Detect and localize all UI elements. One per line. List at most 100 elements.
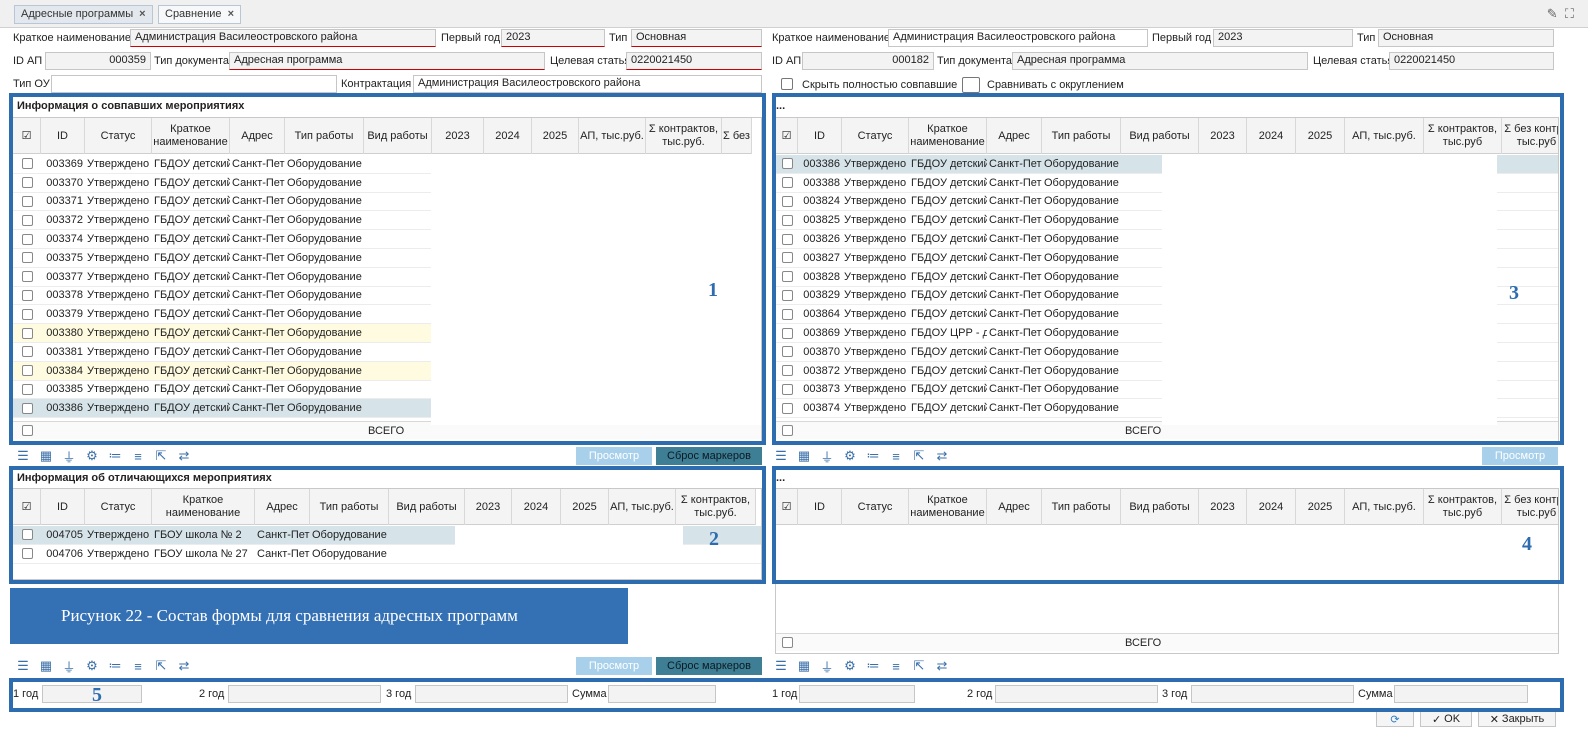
right-view-button[interactable]: Просмотр	[1482, 447, 1558, 465]
transfer-icon[interactable]: ⇄	[934, 658, 950, 674]
export-icon[interactable]: ⇱	[911, 658, 927, 674]
figure-caption: Рисунок 22 - Состав формы для сравнения …	[10, 588, 628, 644]
target-label: Целевая статья	[550, 55, 631, 67]
table-view-icon[interactable]: ▦	[38, 658, 54, 674]
tab-bar: Адресные программы × Сравнение × ✎ ⛶	[0, 0, 1588, 28]
right-short-name-field[interactable]: Администрация Василеостровского района	[888, 29, 1148, 47]
filter-icon[interactable]: ⏚	[61, 657, 77, 676]
first-year-label: Первый год	[441, 32, 501, 44]
right-target-field[interactable]: 0220021450	[1389, 52, 1554, 70]
target-field[interactable]: 0220021450	[626, 52, 762, 70]
pencil-icon[interactable]: ✎	[1547, 6, 1558, 21]
right-first-year-field[interactable]: 2023	[1213, 29, 1353, 47]
left-bottom-toolbar: ☰ ▦ ⏚ ⚙ ≔ ≡ ⇱ ⇄	[15, 656, 192, 676]
gear-icon[interactable]: ⚙	[842, 448, 858, 464]
expand-icon[interactable]: ⛶	[1565, 6, 1574, 21]
add-list-icon[interactable]: ≡	[888, 659, 904, 674]
short-name-field[interactable]: Администрация Василеостровского района	[130, 29, 436, 47]
list-view-icon[interactable]: ☰	[15, 658, 31, 674]
id-ap-label: ID АП	[13, 55, 43, 67]
add-list-icon[interactable]: ≡	[130, 449, 146, 464]
round-compare-label: Сравнивать с округлением	[987, 79, 1124, 91]
check-icon: ✓	[1431, 713, 1442, 726]
right-type-field[interactable]: Основная	[1378, 29, 1554, 47]
close-icon: ✕	[1489, 713, 1499, 726]
gear-icon[interactable]: ⚙	[84, 658, 100, 674]
table-view-icon[interactable]: ▦	[796, 448, 812, 464]
window-icons: ✎ ⛶	[1547, 6, 1574, 22]
annotation-box-5	[9, 678, 1564, 712]
right-type-label: Тип	[1357, 32, 1376, 44]
add-list-icon[interactable]: ≡	[130, 659, 146, 674]
right-short-name-label: Краткое наименование	[772, 32, 891, 44]
first-year-field[interactable]: 2023	[501, 29, 605, 47]
contract-field[interactable]: Администрация Василеостровского района	[413, 75, 762, 93]
id-ap-field: 000359	[45, 52, 151, 70]
left-top-toolbar: ☰ ▦ ⏚ ⚙ ≔ ≡ ⇱ ⇄	[15, 446, 192, 466]
round-compare-checkbox[interactable]	[962, 77, 980, 93]
filter-icon[interactable]: ⏚	[819, 657, 835, 676]
bottom-view-button[interactable]: Просмотр	[576, 657, 652, 675]
doc-type-field[interactable]: Адресная программа	[229, 52, 545, 70]
ou-type-label: Тип ОУ	[13, 78, 50, 90]
type-label: Тип	[609, 32, 628, 44]
ok-button[interactable]: ✓ OK	[1420, 711, 1472, 727]
annotation-box-1	[9, 93, 766, 445]
marker-5: 5	[92, 684, 102, 706]
transfer-icon[interactable]: ⇄	[176, 448, 192, 464]
marker-1: 1	[708, 279, 718, 301]
close-icon[interactable]: ×	[139, 8, 145, 20]
right-bottom-toolbar: ☰ ▦ ⏚ ⚙ ≔ ≡ ⇱ ⇄	[773, 656, 950, 676]
footer-checkbox-cell	[776, 634, 798, 651]
total-label: ВСЕГО	[1125, 636, 1162, 649]
list-view-icon[interactable]: ☰	[773, 448, 789, 464]
filter-icon[interactable]: ⏚	[61, 447, 77, 466]
filter-icon[interactable]: ⏚	[819, 447, 835, 466]
right-id-ap-field: 000182	[802, 52, 934, 70]
reset-markers-button[interactable]: Сброс маркеров	[656, 447, 762, 465]
contract-label: Контрактация	[341, 78, 412, 90]
annotation-box-4	[772, 466, 1564, 584]
gear-icon[interactable]: ⚙	[84, 448, 100, 464]
footer-checkbox[interactable]	[781, 637, 793, 648]
transfer-icon[interactable]: ⇄	[934, 448, 950, 464]
gear-icon[interactable]: ⚙	[842, 658, 858, 674]
type-field[interactable]: Основная	[631, 29, 762, 47]
ordered-list-icon[interactable]: ≔	[107, 448, 123, 464]
table-view-icon[interactable]: ▦	[796, 658, 812, 674]
short-name-label: Краткое наименование	[13, 32, 132, 44]
hide-matched-checkbox[interactable]	[781, 78, 793, 90]
ordered-list-icon[interactable]: ≔	[865, 658, 881, 674]
list-view-icon[interactable]: ☰	[15, 448, 31, 464]
tab-comparison[interactable]: Сравнение ×	[158, 5, 241, 24]
ordered-list-icon[interactable]: ≔	[865, 448, 881, 464]
right-doc-type-field[interactable]: Адресная программа	[1012, 52, 1308, 70]
transfer-icon[interactable]: ⇄	[176, 658, 192, 674]
export-icon[interactable]: ⇱	[153, 448, 169, 464]
add-list-icon[interactable]: ≡	[888, 449, 904, 464]
refresh-icon: ⟳	[1390, 713, 1400, 726]
close-icon[interactable]: ×	[228, 8, 234, 20]
close-button[interactable]: ✕ Закрыть	[1478, 711, 1556, 727]
list-view-icon[interactable]: ☰	[773, 658, 789, 674]
ou-type-field[interactable]	[51, 75, 337, 93]
right-id-ap-label: ID АП	[772, 55, 802, 67]
right-top-toolbar: ☰ ▦ ⏚ ⚙ ≔ ≡ ⇱ ⇄	[773, 446, 950, 466]
tab-address-programs[interactable]: Адресные программы ×	[14, 5, 153, 24]
refresh-button[interactable]: ⟳	[1376, 711, 1414, 727]
grid-footer: ВСЕГО	[776, 633, 1558, 651]
right-target-label: Целевая статья	[1313, 55, 1394, 67]
right-doc-type-label: Тип документа	[937, 55, 1013, 67]
right-first-year-label: Первый год	[1152, 32, 1212, 44]
doc-type-label: Тип документа	[154, 55, 230, 67]
ordered-list-icon[interactable]: ≔	[107, 658, 123, 674]
marker-2: 2	[709, 528, 719, 550]
export-icon[interactable]: ⇱	[153, 658, 169, 674]
footer-spacer	[798, 634, 1121, 651]
export-icon[interactable]: ⇱	[911, 448, 927, 464]
hide-matched-label: Скрыть полностью совпавшие	[802, 79, 958, 91]
table-view-icon[interactable]: ▦	[38, 448, 54, 464]
marker-3: 3	[1509, 282, 1519, 304]
view-button[interactable]: Просмотр	[576, 447, 652, 465]
bottom-reset-markers-button[interactable]: Сброс маркеров	[656, 657, 762, 675]
